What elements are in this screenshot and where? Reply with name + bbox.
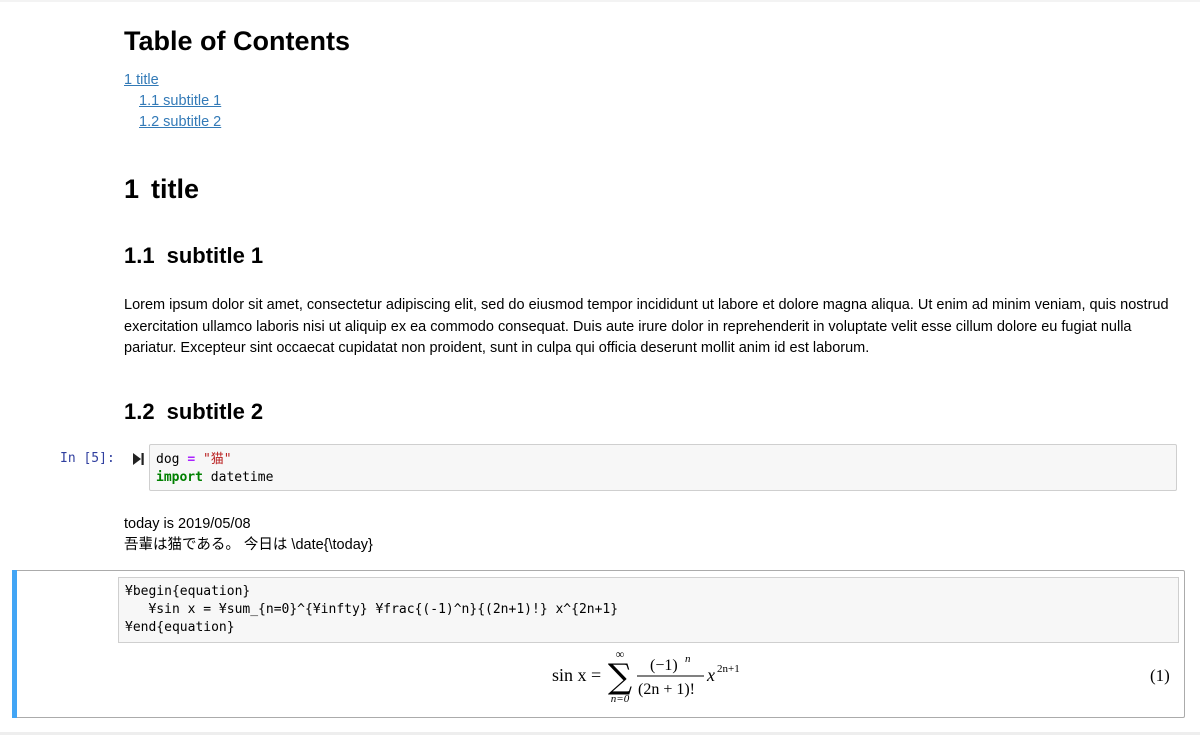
latex-source-input[interactable]: ¥begin{equation} ¥sin x = ¥sum_{n=0}^{¥i… [118, 577, 1179, 643]
code-input[interactable]: dog = "猫" import datetime [149, 444, 1177, 491]
toc-item: 1.2 subtitle 2 [124, 112, 221, 133]
tex-line: ¥end{equation} [125, 620, 235, 635]
code-var: dog [156, 452, 188, 467]
heading-text: title [151, 174, 200, 204]
input-prompt: In [5]: [60, 451, 115, 466]
heading-title: 1 title [124, 172, 199, 206]
tex-line: ¥begin{equation} [125, 584, 251, 599]
fraction-denominator: (2n + 1)! [638, 681, 695, 698]
heading-text: subtitle 2 [166, 399, 264, 424]
toc-link-title[interactable]: 1 title [124, 72, 159, 88]
sum-lower-limit: n=0 [611, 693, 630, 705]
code-operator: = [187, 452, 196, 467]
fraction-numerator: (−1) [650, 657, 678, 674]
cell-selection-bar [12, 570, 17, 718]
top-divider [0, 0, 1200, 2]
equation-number: (1) [1150, 666, 1170, 685]
heading-subtitle-1: 1.1 subtitle 1 [124, 242, 263, 270]
lorem-paragraph: Lorem ipsum dolor sit amet, consectetur … [124, 297, 1169, 356]
equation-x: x [706, 665, 715, 685]
toc-list: 1 title 1.1 subtitle 1 1.2 subtitle 2 [124, 70, 221, 133]
toc-item: 1.1 subtitle 1 [124, 91, 221, 112]
numerator-exponent: n [685, 653, 691, 665]
toc-title: Table of Contents [124, 26, 350, 56]
heading-text: subtitle 1 [166, 243, 264, 268]
code-module: datetime [202, 470, 274, 485]
equation-lhs: sin x = [552, 665, 601, 685]
toc-link-subtitle-2[interactable]: 1.2 subtitle 2 [139, 114, 221, 130]
output-line: today is 2019/05/08 [124, 516, 251, 532]
output-line: 吾輩は猫である。 今日は \date{\today} [124, 537, 373, 553]
code-string: "猫" [195, 452, 232, 467]
sum-symbol: ∑ [608, 657, 632, 697]
heading-number: 1 [124, 174, 140, 204]
tex-line: ¥sin x = ¥sum_{n=0}^{¥infty} ¥frac{(-1)^… [125, 602, 619, 617]
rendered-equation: sin x = ∞ ∑ n=0 (−1) n (2n + 1)! x 2n+1 [552, 650, 740, 705]
x-exponent: 2n+1 [717, 663, 740, 675]
heading-number: 1.2 [124, 399, 155, 424]
code-keyword: import [156, 470, 203, 485]
toc-item: 1 title [124, 70, 221, 91]
toc-link-subtitle-1[interactable]: 1.1 subtitle 1 [139, 93, 221, 109]
notebook-page: Table of Contents 1 title 1.1 subtitle 1… [0, 0, 1200, 735]
run-cell-icon[interactable] [131, 452, 145, 466]
heading-number: 1.1 [124, 243, 155, 268]
heading-subtitle-2: 1.2 subtitle 2 [124, 398, 263, 426]
